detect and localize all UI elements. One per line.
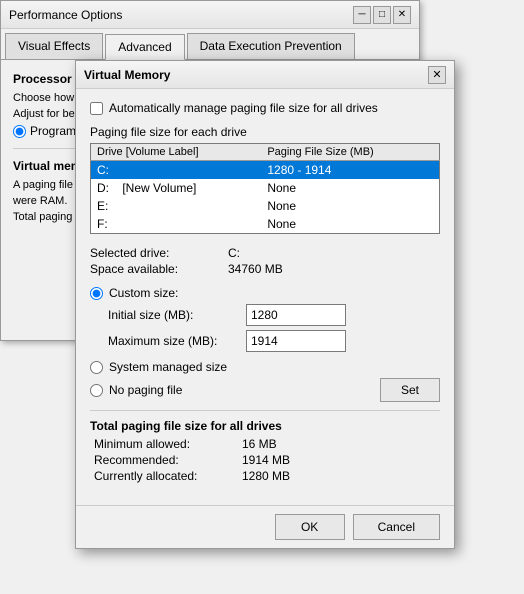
drives-table: Drive [Volume Label] Paging File Size (M…: [90, 143, 440, 234]
col-paging-size: Paging File Size (MB): [261, 144, 439, 161]
close-button[interactable]: ✕: [393, 6, 411, 24]
custom-size-inputs: Initial size (MB): Maximum size (MB):: [108, 304, 440, 352]
ok-button[interactable]: OK: [275, 514, 345, 540]
table-row[interactable]: E: None: [91, 197, 440, 215]
custom-size-section: Custom size: Initial size (MB): Maximum …: [90, 286, 440, 352]
minimum-allowed-value: 16 MB: [242, 437, 440, 451]
minimize-button[interactable]: ─: [353, 6, 371, 24]
vm-titlebar: Virtual Memory ✕: [76, 61, 454, 89]
initial-size-label: Initial size (MB):: [108, 308, 238, 322]
table-row[interactable]: D: [New Volume] None: [91, 179, 440, 197]
maximum-size-label: Maximum size (MB):: [108, 334, 238, 348]
recommended-value: 1914 MB: [242, 453, 440, 467]
table-row[interactable]: C: 1280 - 1914: [91, 161, 440, 180]
space-available-value: 34760 MB: [228, 262, 440, 276]
system-managed-row: System managed size: [90, 360, 440, 374]
cancel-button[interactable]: Cancel: [353, 514, 440, 540]
system-managed-label: System managed size: [109, 360, 227, 374]
col-drive: Drive [Volume Label]: [91, 144, 262, 161]
paging-f: None: [261, 215, 439, 234]
programs-radio[interactable]: [13, 125, 26, 138]
no-paging-radio[interactable]: [90, 384, 103, 397]
custom-size-radio[interactable]: [90, 287, 103, 300]
drive-d: D: [New Volume]: [91, 179, 262, 197]
perf-window-title: Performance Options: [9, 8, 122, 22]
maximum-size-input[interactable]: [246, 330, 346, 352]
tab-advanced[interactable]: Advanced: [105, 34, 184, 60]
space-available-label: Space available:: [90, 262, 220, 276]
total-grid: Minimum allowed: 16 MB Recommended: 1914…: [94, 437, 440, 483]
total-section-title: Total paging file size for all drives: [90, 419, 440, 433]
no-paging-row: No paging file: [90, 383, 182, 397]
auto-manage-label: Automatically manage paging file size fo…: [109, 101, 378, 115]
currently-allocated-value: 1280 MB: [242, 469, 440, 483]
drive-c: C:: [91, 161, 262, 180]
virtual-memory-dialog: Virtual Memory ✕ Automatically manage pa…: [75, 60, 455, 549]
paging-e: None: [261, 197, 439, 215]
drive-e: E:: [91, 197, 262, 215]
minimum-allowed-label: Minimum allowed:: [94, 437, 234, 451]
no-paging-label: No paging file: [109, 383, 182, 397]
set-btn-container: Set: [380, 378, 440, 402]
paging-c: 1280 - 1914: [261, 161, 439, 180]
custom-size-radio-row: Custom size:: [90, 286, 440, 300]
table-row[interactable]: F: None: [91, 215, 440, 234]
paging-group-label: Paging file size for each drive: [90, 125, 440, 139]
perf-titlebar: Performance Options ─ □ ✕: [1, 1, 419, 29]
vm-footer: OK Cancel: [76, 505, 454, 548]
tab-dep[interactable]: Data Execution Prevention: [187, 33, 355, 59]
tab-visual-effects[interactable]: Visual Effects: [5, 33, 103, 59]
recommended-label: Recommended:: [94, 453, 234, 467]
vm-body: Automatically manage paging file size fo…: [76, 89, 454, 505]
initial-size-input[interactable]: [246, 304, 346, 326]
currently-allocated-label: Currently allocated:: [94, 469, 234, 483]
selected-drive-value: C:: [228, 246, 440, 260]
selected-drive-label: Selected drive:: [90, 246, 220, 260]
total-divider: [90, 410, 440, 411]
maximize-button[interactable]: □: [373, 6, 391, 24]
custom-size-label: Custom size:: [109, 286, 178, 300]
total-section: Total paging file size for all drives Mi…: [90, 419, 440, 483]
vm-dialog-title: Virtual Memory: [84, 68, 170, 82]
auto-manage-checkbox[interactable]: [90, 102, 103, 115]
perf-tabs: Visual Effects Advanced Data Execution P…: [1, 29, 419, 60]
vm-close-button[interactable]: ✕: [428, 66, 446, 84]
titlebar-controls: ─ □ ✕: [353, 6, 411, 24]
auto-manage-row: Automatically manage paging file size fo…: [90, 101, 440, 115]
paging-d: None: [261, 179, 439, 197]
drive-info: Selected drive: C: Space available: 3476…: [90, 246, 440, 276]
system-managed-radio[interactable]: [90, 361, 103, 374]
drive-f: F:: [91, 215, 262, 234]
set-button[interactable]: Set: [380, 378, 440, 402]
